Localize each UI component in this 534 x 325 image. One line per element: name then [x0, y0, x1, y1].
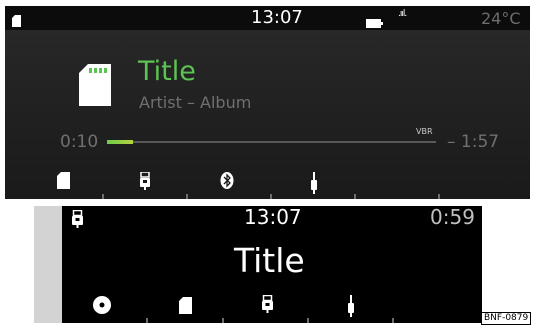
sd-card-icon — [79, 64, 111, 110]
progress-fill — [107, 140, 134, 144]
progress-bar[interactable] — [107, 140, 436, 144]
source-bluetooth-icon[interactable] — [220, 172, 234, 193]
signal-icon: .ııl. — [398, 9, 407, 19]
source-divider — [222, 318, 224, 323]
source-aux-icon[interactable] — [348, 295, 354, 321]
image-code: BNF-0879 — [481, 312, 532, 325]
source-sd-card-icon[interactable] — [57, 172, 70, 193]
source-divider — [392, 318, 394, 323]
cluster-remaining-time: 0:59 — [430, 206, 475, 229]
source-cd-icon[interactable] — [93, 296, 111, 318]
cluster-display: 13:07 0:59 Title — [62, 206, 482, 323]
source-divider — [438, 194, 440, 199]
source-sd-card-icon[interactable] — [179, 297, 192, 318]
cluster-track-title: Title — [234, 241, 305, 280]
status-bar: 13:07 .ııl. 24°C — [5, 6, 530, 30]
source-usb-icon[interactable] — [262, 294, 273, 317]
source-usb-icon[interactable] — [140, 171, 150, 194]
battery-icon — [366, 13, 383, 32]
source-aux-icon[interactable] — [311, 172, 317, 198]
sd-card-icon — [12, 12, 21, 31]
temperature: 24°C — [481, 9, 521, 28]
cluster-clock: 13:07 — [244, 206, 302, 229]
remaining-time: – 1:57 — [447, 132, 500, 152]
source-bar — [5, 166, 530, 199]
bitrate-label: VBR — [416, 127, 433, 136]
source-divider — [354, 194, 356, 199]
source-divider — [270, 194, 272, 199]
elapsed-time: 0:10 — [60, 132, 99, 152]
source-divider — [102, 194, 104, 199]
source-divider — [146, 318, 148, 323]
track-title: Title — [138, 56, 196, 87]
infotainment-screen: 13:07 .ııl. 24°C Title Artist – Album 0:… — [5, 6, 530, 199]
artist-album: Artist – Album — [139, 93, 252, 112]
source-divider — [307, 318, 309, 323]
usb-icon — [72, 209, 83, 232]
source-divider — [186, 194, 188, 199]
clock: 13:07 — [251, 7, 303, 28]
